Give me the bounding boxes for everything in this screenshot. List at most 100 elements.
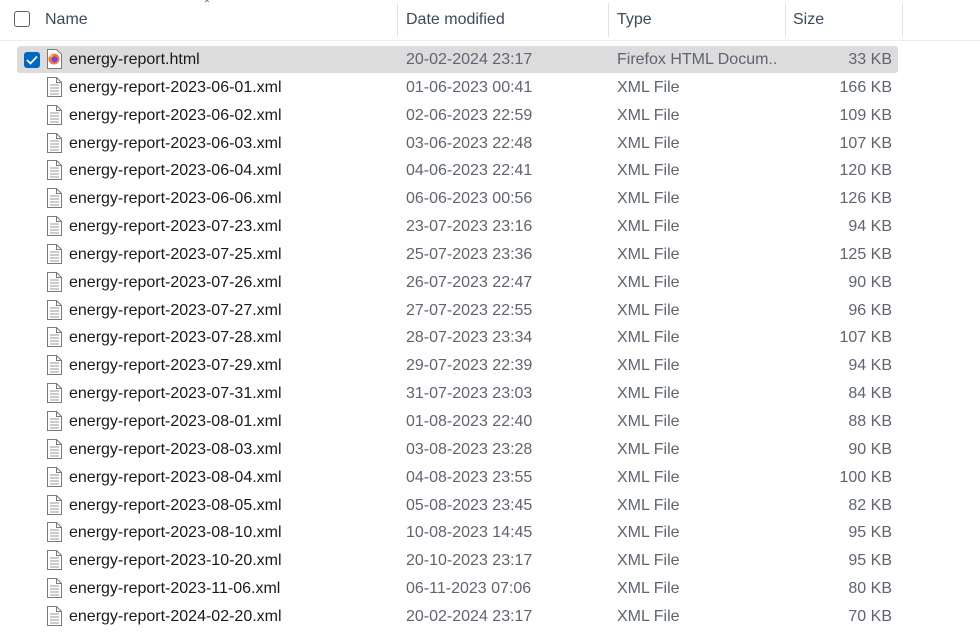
- file-row[interactable]: energy-report.html 20-02-2024 23:17 Firefo…: [0, 46, 980, 74]
- file-name[interactable]: energy-report-2023-06-02.xml: [69, 102, 394, 130]
- file-date-modified: 03-06-2023 22:48: [406, 134, 533, 152]
- file-size: 84 KB: [848, 385, 892, 403]
- file-date-modified: 29-07-2023 22:39: [406, 357, 533, 375]
- file-size: 109 KB: [839, 106, 892, 124]
- file-name[interactable]: energy-report-2023-06-01.xml: [69, 74, 394, 102]
- file-name[interactable]: energy-report-2023-06-06.xml: [69, 185, 394, 213]
- file-size: 70 KB: [848, 607, 892, 625]
- document-icon: [46, 132, 62, 153]
- file-size: 107 KB: [839, 134, 892, 152]
- file-type: XML File: [617, 496, 680, 514]
- file-type: XML File: [617, 78, 680, 96]
- file-name[interactable]: energy-report-2023-06-04.xml: [69, 157, 394, 185]
- file-row[interactable]: energy-report-2023-07-27.xml 27-07-2023 2…: [0, 297, 980, 325]
- file-size: 90 KB: [848, 440, 892, 458]
- file-row[interactable]: energy-report-2023-07-31.xml 31-07-2023 2…: [0, 380, 980, 408]
- file-size: 107 KB: [839, 329, 892, 347]
- file-row[interactable]: energy-report-2023-08-04.xml 04-08-2023 2…: [0, 464, 980, 492]
- file-date-modified: 10-08-2023 14:45: [406, 524, 533, 542]
- file-row[interactable]: energy-report-2023-07-23.xml 23-07-2023 2…: [0, 213, 980, 241]
- document-icon: [46, 578, 62, 599]
- file-name[interactable]: energy-report-2023-07-31.xml: [69, 380, 394, 408]
- column-header-name[interactable]: Name: [45, 0, 395, 40]
- column-header-size[interactable]: Size: [793, 0, 903, 40]
- file-size: 166 KB: [839, 78, 892, 96]
- file-row[interactable]: energy-report-2023-06-02.xml 02-06-2023 2…: [0, 102, 980, 130]
- file-name[interactable]: energy-report-2023-11-06.xml: [69, 575, 394, 603]
- select-all-checkbox[interactable]: [14, 11, 30, 27]
- file-type: XML File: [617, 607, 680, 625]
- file-row[interactable]: energy-report-2024-02-20.xml 20-02-2024 2…: [0, 603, 980, 631]
- file-row[interactable]: energy-report-2023-07-26.xml 26-07-2023 2…: [0, 269, 980, 297]
- file-type: XML File: [617, 106, 680, 124]
- document-icon: [46, 383, 62, 404]
- file-name[interactable]: energy-report-2023-08-10.xml: [69, 519, 394, 547]
- column-header-type[interactable]: Type: [617, 0, 782, 40]
- file-name[interactable]: energy-report-2024-02-20.xml: [69, 603, 394, 631]
- file-row[interactable]: energy-report-2023-07-25.xml 25-07-2023 2…: [0, 241, 980, 269]
- file-size: 90 KB: [848, 273, 892, 291]
- file-size: 88 KB: [848, 412, 892, 430]
- file-name[interactable]: energy-report.html: [69, 46, 394, 74]
- file-date-modified: 01-08-2023 22:40: [406, 412, 533, 430]
- file-date-modified: 02-06-2023 22:59: [406, 106, 533, 124]
- file-name[interactable]: energy-report-2023-08-04.xml: [69, 464, 394, 492]
- file-name[interactable]: energy-report-2023-08-01.xml: [69, 408, 394, 436]
- column-header-date-modified[interactable]: Date modified: [406, 0, 606, 40]
- file-name[interactable]: energy-report-2023-08-05.xml: [69, 492, 394, 520]
- file-date-modified: 04-08-2023 23:55: [406, 468, 533, 486]
- file-row[interactable]: energy-report-2023-10-20.xml 20-10-2023 2…: [0, 547, 980, 575]
- file-row[interactable]: energy-report-2023-08-05.xml 05-08-2023 2…: [0, 492, 980, 520]
- file-row[interactable]: energy-report-2023-08-01.xml 01-08-2023 2…: [0, 408, 980, 436]
- file-name[interactable]: energy-report-2023-08-03.xml: [69, 436, 394, 464]
- file-type: XML File: [617, 524, 680, 542]
- file-date-modified: 28-07-2023 23:34: [406, 329, 533, 347]
- file-date-modified: 20-02-2024 23:17: [406, 607, 533, 625]
- file-type: XML File: [617, 468, 680, 486]
- file-date-modified: 03-08-2023 23:28: [406, 440, 533, 458]
- file-type: XML File: [617, 245, 680, 263]
- file-row[interactable]: energy-report-2023-06-06.xml 06-06-2023 0…: [0, 185, 980, 213]
- document-icon: [46, 494, 62, 515]
- file-row[interactable]: energy-report-2023-08-03.xml 03-08-2023 2…: [0, 436, 980, 464]
- file-size: 80 KB: [848, 580, 892, 598]
- column-header-bar: ⌃ Name Date modified Type Size: [0, 0, 980, 41]
- document-icon: [46, 550, 62, 571]
- column-divider[interactable]: [785, 3, 786, 37]
- file-row[interactable]: energy-report-2023-06-01.xml 01-06-2023 0…: [0, 74, 980, 102]
- document-icon: [46, 271, 62, 292]
- column-divider[interactable]: [608, 3, 609, 37]
- file-name[interactable]: energy-report-2023-07-23.xml: [69, 213, 394, 241]
- document-icon: [46, 522, 62, 543]
- file-row[interactable]: energy-report-2023-07-28.xml 28-07-2023 2…: [0, 324, 980, 352]
- file-date-modified: 04-06-2023 22:41: [406, 162, 533, 180]
- file-row[interactable]: energy-report-2023-11-06.xml 06-11-2023 0…: [0, 575, 980, 603]
- file-row[interactable]: energy-report-2023-06-04.xml 04-06-2023 2…: [0, 157, 980, 185]
- file-name[interactable]: energy-report-2023-10-20.xml: [69, 547, 394, 575]
- document-icon: [46, 243, 62, 264]
- file-type: XML File: [617, 218, 680, 236]
- column-divider[interactable]: [397, 3, 398, 37]
- file-type: XML File: [617, 329, 680, 347]
- file-name[interactable]: energy-report-2023-07-26.xml: [69, 269, 394, 297]
- file-type: XML File: [617, 385, 680, 403]
- file-name[interactable]: energy-report-2023-07-29.xml: [69, 352, 394, 380]
- file-name[interactable]: energy-report-2023-07-28.xml: [69, 324, 394, 352]
- file-row[interactable]: energy-report-2023-06-03.xml 03-06-2023 2…: [0, 130, 980, 158]
- file-type: XML File: [617, 580, 680, 598]
- file-name[interactable]: energy-report-2023-06-03.xml: [69, 130, 394, 158]
- file-date-modified: 23-07-2023 23:16: [406, 218, 533, 236]
- file-type: XML File: [617, 162, 680, 180]
- file-name[interactable]: energy-report-2023-07-27.xml: [69, 297, 394, 325]
- file-type: XML File: [617, 357, 680, 375]
- document-icon: [46, 76, 62, 97]
- file-date-modified: 31-07-2023 23:03: [406, 385, 533, 403]
- file-size: 33 KB: [848, 51, 892, 68]
- file-name[interactable]: energy-report-2023-07-25.xml: [69, 241, 394, 269]
- file-date-modified: 25-07-2023 23:36: [406, 245, 533, 263]
- column-divider[interactable]: [902, 3, 903, 37]
- file-type: Firefox HTML Docum...: [617, 51, 777, 68]
- file-row[interactable]: energy-report-2023-07-29.xml 29-07-2023 2…: [0, 352, 980, 380]
- file-row[interactable]: energy-report-2023-08-10.xml 10-08-2023 1…: [0, 519, 980, 547]
- row-checkbox-checked[interactable]: [24, 52, 40, 68]
